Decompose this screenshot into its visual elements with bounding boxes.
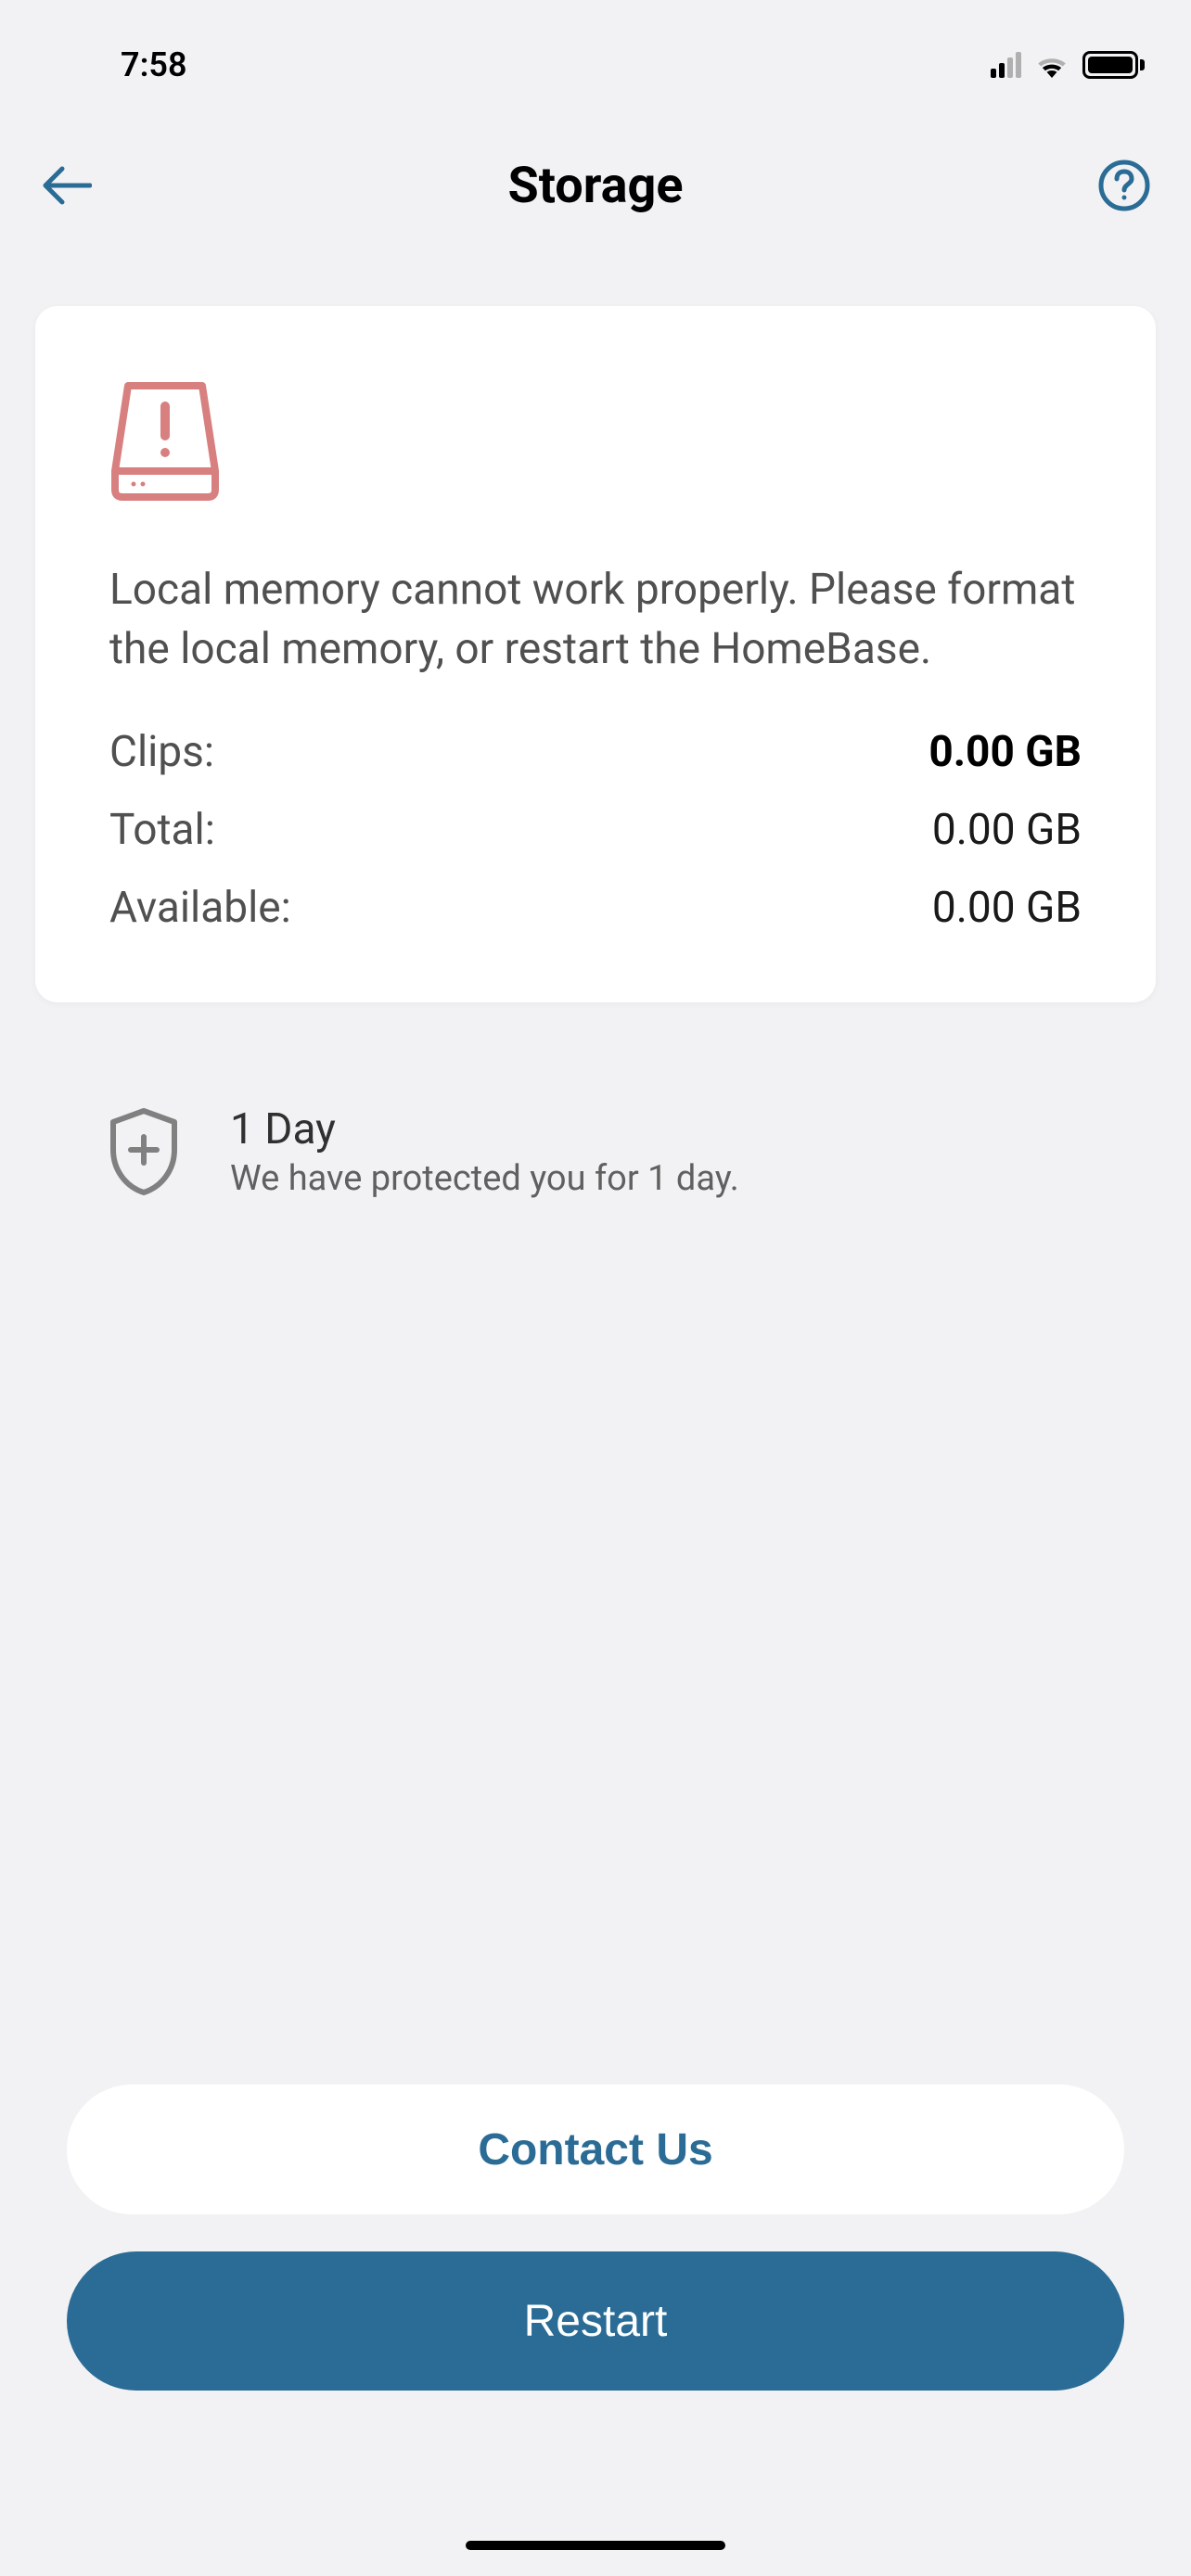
nav-header: Storage [0, 111, 1191, 250]
available-value: 0.00 GB [932, 883, 1082, 933]
protection-subtitle: We have protected you for 1 day. [230, 1158, 739, 1199]
page-title: Storage [507, 157, 683, 215]
restart-button[interactable]: Restart [67, 2251, 1124, 2391]
stats-list: Clips: 0.00 GB Total: 0.00 GB Available:… [109, 713, 1082, 947]
battery-icon [1082, 51, 1145, 79]
status-icons [991, 51, 1145, 79]
wifi-icon [1034, 52, 1069, 78]
shield-plus-icon [102, 1105, 186, 1198]
stat-row-clips: Clips: 0.00 GB [109, 713, 1082, 791]
storage-card: Local memory cannot work properly. Pleas… [35, 306, 1156, 1002]
status-bar: 7:58 [0, 0, 1191, 111]
help-button[interactable] [1096, 158, 1152, 213]
available-label: Available: [109, 883, 291, 933]
protection-title: 1 Day [230, 1104, 739, 1154]
back-button[interactable] [39, 158, 95, 213]
status-time: 7:58 [121, 45, 187, 84]
storage-warning-icon [109, 380, 221, 501]
contact-us-button[interactable]: Contact Us [67, 2085, 1124, 2214]
total-value: 0.00 GB [932, 805, 1082, 855]
stat-row-total: Total: 0.00 GB [109, 791, 1082, 869]
total-label: Total: [109, 805, 215, 855]
clips-value: 0.00 GB [928, 727, 1082, 777]
arrow-left-icon [42, 165, 92, 206]
warning-message: Local memory cannot work properly. Pleas… [109, 560, 1082, 680]
home-indicator[interactable] [466, 2541, 725, 2550]
help-icon [1098, 159, 1150, 211]
bottom-buttons: Contact Us Restart [0, 2085, 1191, 2391]
cellular-signal-icon [991, 52, 1021, 78]
stat-row-available: Available: 0.00 GB [109, 869, 1082, 947]
clips-label: Clips: [109, 727, 214, 777]
protection-row: 1 Day We have protected you for 1 day. [102, 1104, 1191, 1199]
